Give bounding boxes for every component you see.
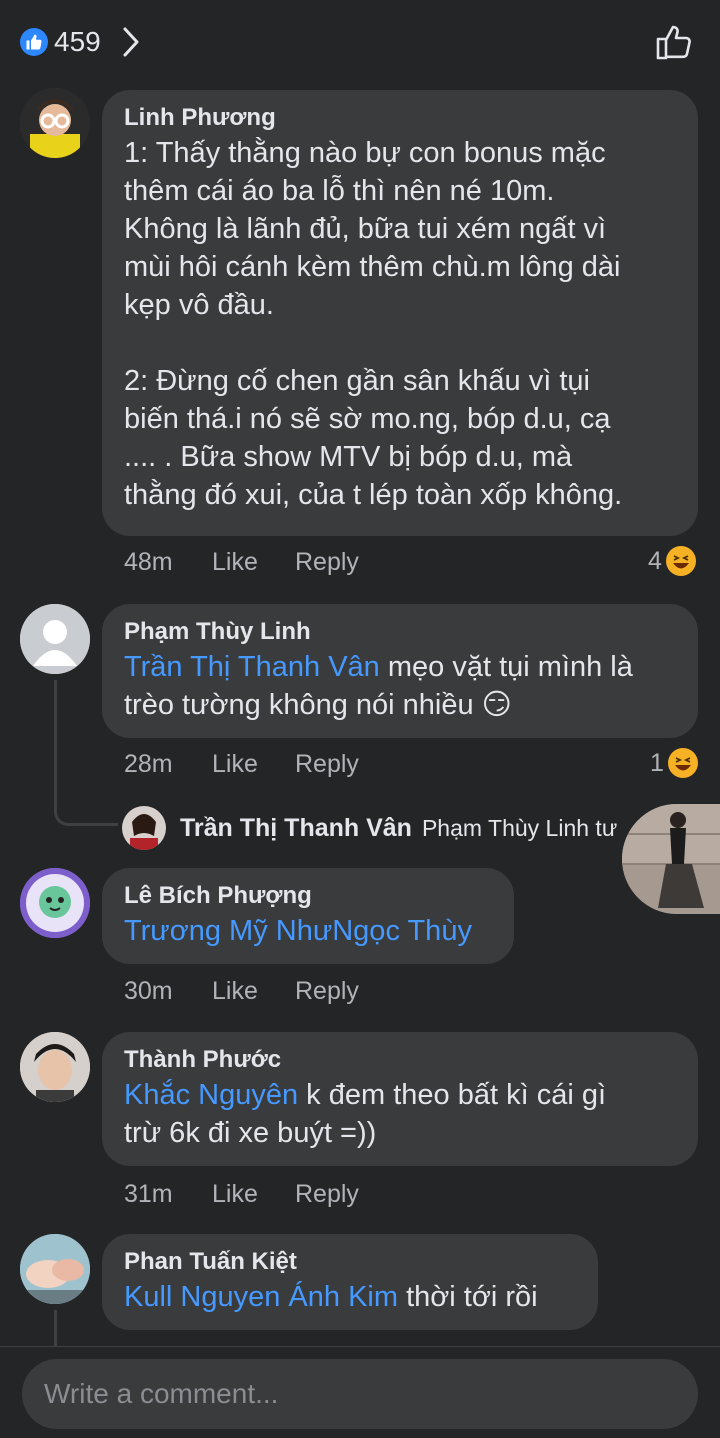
reply-link[interactable]: Reply (295, 750, 359, 779)
comment-time: 48m (124, 548, 173, 576)
reply-link[interactable]: Reply (295, 977, 359, 1006)
thread-line (54, 1310, 57, 1350)
reply-link[interactable]: Reply (295, 548, 359, 577)
comment-time: 30m (124, 977, 173, 1005)
haha-emoji-icon (667, 748, 698, 778)
like-link[interactable]: Like (212, 750, 258, 779)
like-link[interactable]: Like (212, 548, 258, 577)
reactions-header[interactable]: 459 (0, 0, 720, 84)
avatar[interactable] (20, 1032, 90, 1102)
chevron-right-icon[interactable] (120, 26, 142, 58)
like-button-icon[interactable] (654, 22, 694, 62)
comment-time: 31m (124, 1180, 173, 1208)
avatar[interactable] (20, 868, 90, 938)
reaction-count[interactable]: 1 (650, 748, 698, 778)
like-count: 459 (54, 26, 101, 57)
comment-input[interactable] (22, 1359, 698, 1429)
avatar[interactable] (20, 88, 90, 158)
comment-bubble: Lê Bích Phượng Trương Mỹ NhưNgọc Thùy (102, 868, 514, 964)
comment-bubble: Phạm Thùy Linh Trần Thị Thanh Vân mẹo vặ… (102, 604, 698, 738)
mention-link[interactable]: Trương Mỹ NhưNgọc Thùy (124, 915, 472, 947)
reply-author[interactable]: Trần Thị Thanh Vân (180, 814, 412, 843)
comment-author[interactable]: Lê Bích Phượng (124, 880, 492, 912)
avatar (122, 806, 166, 850)
comment-time: 28m (124, 750, 173, 778)
mention-link[interactable]: Khắc Nguyên (124, 1079, 298, 1111)
comment-author[interactable]: Phan Tuấn Kiệt (124, 1246, 576, 1278)
comment-text: 1: Thấy thằng nào bự con bonus mặc thêm … (124, 137, 623, 511)
reply-link[interactable]: Reply (295, 1180, 359, 1209)
comment-author[interactable]: Thành Phước (124, 1044, 676, 1076)
avatar[interactable] (20, 1234, 90, 1304)
reply-preview[interactable]: Trần Thị Thanh Vân Phạm Thùy Linh tư (122, 806, 617, 850)
mention-link[interactable]: Kull Nguyen Ánh Kim (124, 1281, 398, 1313)
comment-bubble: Phan Tuấn Kiệt Kull Nguyen Ánh Kim thời … (102, 1234, 598, 1330)
like-link[interactable]: Like (212, 977, 258, 1006)
comment-author[interactable]: Phạm Thùy Linh (124, 616, 676, 648)
like-icon (20, 28, 48, 56)
comment-author[interactable]: Linh Phương (124, 102, 676, 134)
comment-bubble: Linh Phương 1: Thấy thằng nào bự con bon… (102, 90, 698, 536)
photo-bubble[interactable] (622, 804, 720, 914)
comment-text: thời tới rồi (398, 1281, 538, 1313)
like-link[interactable]: Like (212, 1180, 258, 1209)
haha-emoji-icon (665, 546, 696, 576)
reply-text: Phạm Thùy Linh tư (421, 814, 618, 841)
reaction-count[interactable]: 4 (648, 546, 696, 576)
avatar[interactable] (20, 604, 90, 674)
comment-bubble: Thành Phước Khắc Nguyên k đem theo bất k… (102, 1032, 698, 1166)
comment-composer (0, 1346, 720, 1438)
mention-link[interactable]: Trần Thị Thanh Vân (124, 651, 380, 683)
